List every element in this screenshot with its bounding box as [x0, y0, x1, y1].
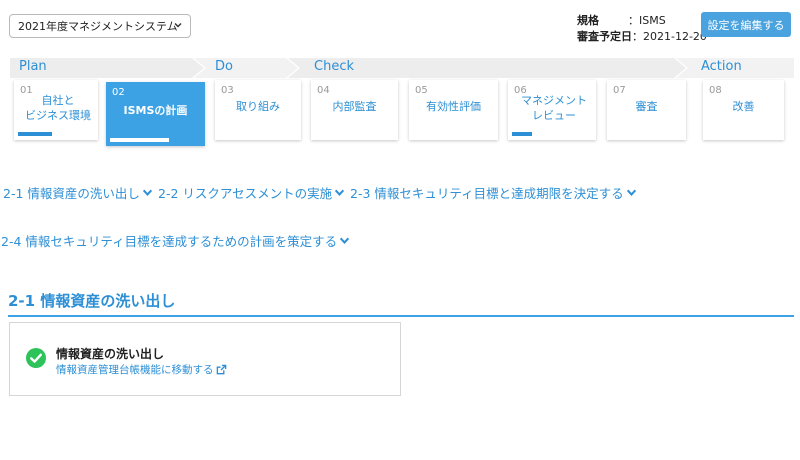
chevron-down-icon [335, 189, 345, 196]
step-card-05[interactable]: 05 有効性評価 [409, 80, 498, 140]
standard-value: ISMS [639, 14, 666, 27]
check-circle-icon [26, 348, 46, 368]
task-item-title: 情報資産の洗い出し [56, 347, 165, 361]
anchor-link-2-4[interactable]: 2-4 情報セキュリティ目標を達成するための計画を策定する [1, 231, 350, 250]
step-card-02[interactable]: 02 ISMSの計画 [106, 82, 205, 146]
colon-separator: ： [628, 14, 639, 27]
standard-label: 規格 [577, 14, 599, 27]
anchor-link-text: 2-3 情報セキュリティ目標と達成期限を決定する [350, 186, 624, 201]
review-date-info: 審査予定日：2021-12-20 [577, 29, 707, 45]
fiscal-year-select[interactable]: 2021年度マネジメントシステム [9, 14, 191, 38]
phase-plan: Plan [19, 59, 47, 74]
step-title: 有効性評価 [426, 99, 481, 113]
step-card-07[interactable]: 07 審査 [607, 80, 686, 140]
anchor-link-text: 2-1 情報資産の洗い出し [3, 186, 140, 201]
step-title: 自社と ビジネス環境 [25, 94, 91, 122]
review-date-label: 審査予定日 [577, 30, 632, 43]
anchor-link-text: 2-4 情報セキュリティ目標を達成するための計画を策定する [1, 234, 338, 249]
section-title: 2-1 情報資産の洗い出し [8, 292, 176, 310]
phase-check: Check [314, 59, 354, 74]
phase-action: Action [701, 59, 742, 74]
standard-info: 規格 [577, 13, 599, 29]
anchor-link-text: 2-2 リスクアセスメントの実施 [158, 186, 333, 201]
anchor-link-2-3[interactable]: 2-3 情報セキュリティ目標と達成期限を決定する [350, 183, 637, 202]
edit-settings-button[interactable]: 設定を編集する [701, 12, 791, 37]
step-progress-bar [512, 132, 532, 136]
step-title: 取り組み [236, 99, 280, 113]
chevron-down-icon [626, 189, 636, 196]
fiscal-year-select-value: 2021年度マネジメントシステム [18, 20, 178, 33]
step-progress-bar [18, 132, 52, 136]
review-date-value: 2021-12-20 [643, 30, 707, 43]
chevron-down-icon [340, 237, 350, 244]
step-title: マネジメント レビュー [521, 94, 587, 122]
chevron-down-icon [142, 189, 152, 196]
step-card-01[interactable]: 01 自社と ビジネス環境 [14, 80, 98, 140]
asset-ledger-link-text: 情報資産管理台帳機能に移動する [56, 364, 214, 376]
colon-separator: ： [632, 30, 643, 43]
asset-ledger-link[interactable]: 情報資産管理台帳機能に移動する [56, 362, 227, 377]
step-card-04[interactable]: 04 内部監査 [311, 80, 398, 140]
chevron-down-icon [174, 22, 182, 28]
step-title: ISMSの計画 [123, 103, 188, 117]
step-card-06[interactable]: 06 マネジメント レビュー [508, 80, 596, 140]
step-card-03[interactable]: 03 取り組み [215, 80, 301, 140]
process-band [10, 58, 794, 78]
external-link-icon [216, 364, 226, 375]
phase-do: Do [215, 59, 233, 74]
section-divider [8, 315, 794, 317]
step-progress-bar [110, 138, 169, 142]
step-card-08[interactable]: 08 改善 [703, 80, 784, 140]
step-title: 内部監査 [332, 99, 377, 113]
anchor-link-2-2[interactable]: 2-2 リスクアセスメントの実施 [158, 183, 345, 202]
step-title: 審査 [635, 99, 658, 113]
anchor-link-2-1[interactable]: 2-1 情報資産の洗い出し [3, 183, 153, 202]
step-title: 改善 [732, 99, 755, 113]
